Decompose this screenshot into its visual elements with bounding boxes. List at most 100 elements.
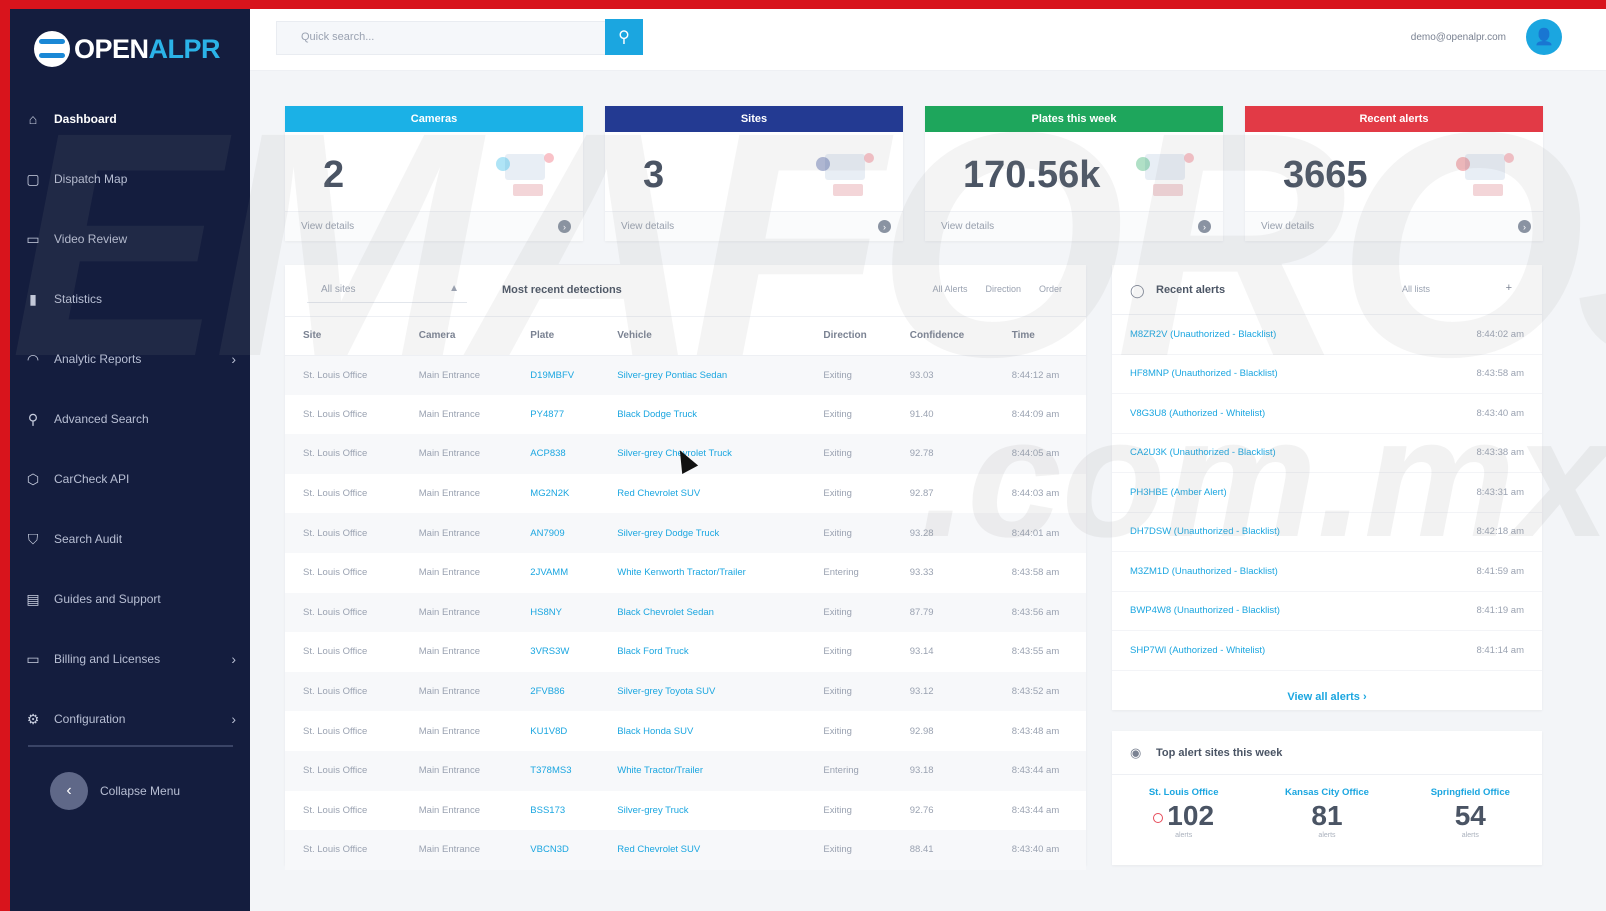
alert-text[interactable]: CA2U3K (Unauthorized - Blacklist)	[1130, 447, 1276, 458]
sidebar-item-video-review[interactable]: ▭ Video Review	[10, 209, 250, 269]
sidebar-item-analytic-reports[interactable]: ◠ Analytic Reports ›	[10, 329, 250, 389]
view-details-link[interactable]: View details ›	[285, 211, 583, 241]
table-cell[interactable]: Black Dodge Truck	[599, 395, 805, 435]
sidebar-item-statistics[interactable]: ▮ Statistics	[10, 269, 250, 329]
search-input[interactable]: Quick search...	[276, 21, 606, 55]
collapse-menu[interactable]: ‹ Collapse Menu	[50, 772, 180, 810]
search-button[interactable]: ⚲	[605, 19, 643, 55]
sidebar-item-configuration[interactable]: ⚙ Configuration ›	[10, 689, 250, 749]
table-cell[interactable]: Silver-grey Dodge Truck	[599, 513, 806, 553]
table-cell[interactable]: KU1V8D	[512, 711, 599, 751]
column-header[interactable]: Confidence	[891, 317, 994, 356]
alert-text[interactable]: HF8MNP (Unauthorized - Blacklist)	[1130, 368, 1278, 379]
sidebar-item-carcheck-api[interactable]: ⬡ CarCheck API	[10, 449, 250, 509]
view-details-link[interactable]: View details ›	[925, 211, 1223, 241]
table-row[interactable]: St. Louis Office Main Entrance PY4877 Black…	[285, 395, 1086, 435]
sidebar-item-dashboard[interactable]: ⌂ Dashboard	[10, 89, 250, 149]
alert-text[interactable]: BWP4W8 (Unauthorized - Blacklist)	[1130, 605, 1280, 616]
chevron-left-icon[interactable]: ‹	[50, 772, 88, 810]
view-details-link[interactable]: View details ›	[1245, 211, 1543, 241]
alert-row[interactable]: HF8MNP (Unauthorized - Blacklist) 8:43:58…	[1112, 355, 1542, 394]
column-header[interactable]: Plate	[512, 317, 600, 356]
table-cell[interactable]: Black Chevrolet Sedan	[599, 592, 806, 633]
site-name[interactable]: St. Louis Office	[1124, 787, 1244, 798]
view-all-alerts-link[interactable]: View all alerts ›	[1112, 671, 1542, 703]
top-site-item[interactable]: Kansas City Office 81 alerts	[1267, 787, 1387, 839]
expand-icon[interactable]: +	[1506, 282, 1512, 294]
table-cell[interactable]: AN7909	[512, 513, 600, 553]
user-email[interactable]: demo@openalpr.com	[1411, 32, 1506, 43]
alert-text[interactable]: M3ZM1D (Unauthorized - Blacklist)	[1130, 566, 1278, 577]
table-cell[interactable]: VBCN3D	[512, 830, 600, 870]
table-cell[interactable]: HS8NY	[512, 592, 600, 633]
table-cell[interactable]: Silver-grey Toyota SUV	[599, 671, 806, 712]
filter-dropdown[interactable]: Direction	[985, 284, 1021, 294]
filter-dropdown[interactable]: Order	[1039, 284, 1062, 294]
alert-text[interactable]: DH7DSW (Unauthorized - Blacklist)	[1130, 526, 1280, 537]
table-cell[interactable]: MG2N2K	[512, 474, 599, 514]
table-cell: 8:43:48 am	[1011, 725, 1060, 737]
alert-text[interactable]: V8G3U8 (Authorized - Whitelist)	[1130, 408, 1265, 419]
sidebar-item-dispatch-map[interactable]: ▢ Dispatch Map	[10, 149, 250, 209]
table-row[interactable]: St. Louis Office Main Entrance VBCN3D Red C…	[285, 830, 1086, 870]
table-row[interactable]: St. Louis Office Main Entrance D19MBFV Silv…	[285, 355, 1086, 395]
site-name[interactable]: Kansas City Office	[1267, 787, 1387, 798]
alert-text[interactable]: SHP7WI (Authorized - Whitelist)	[1130, 645, 1265, 656]
sidebar-item-billing-and-licenses[interactable]: ▭ Billing and Licenses ›	[10, 629, 250, 689]
column-header[interactable]: Camera	[400, 317, 513, 356]
table-row[interactable]: St. Louis Office Main Entrance KU1V8D Black…	[285, 711, 1086, 751]
alert-row[interactable]: DH7DSW (Unauthorized - Blacklist) 8:42:18…	[1112, 513, 1542, 552]
site-name[interactable]: Springfield Office	[1410, 787, 1530, 798]
table-cell[interactable]: Black Honda SUV	[599, 711, 805, 751]
column-header[interactable]: Vehicle	[599, 317, 806, 356]
table-row[interactable]: St. Louis Office Main Entrance 2FVB86 Silve…	[285, 671, 1086, 712]
table-cell[interactable]: Red Chevrolet SUV	[599, 830, 806, 870]
site-select[interactable]: All sites ▲	[307, 279, 467, 303]
alert-row[interactable]: CA2U3K (Unauthorized - Blacklist) 8:43:38…	[1112, 434, 1542, 473]
user-avatar-icon[interactable]: 👤	[1526, 19, 1562, 55]
alert-row[interactable]: M8ZR2V (Unauthorized - Blacklist) 8:44:02…	[1112, 315, 1542, 355]
alert-list-select[interactable]: All lists	[1402, 284, 1430, 294]
table-cell[interactable]: Silver-grey Truck	[599, 791, 805, 831]
table-row[interactable]: St. Louis Office Main Entrance MG2N2K Red C…	[285, 474, 1086, 514]
table-row[interactable]: St. Louis Office Main Entrance T378MS3 Whit…	[285, 750, 1086, 791]
alert-row[interactable]: M3ZM1D (Unauthorized - Blacklist) 8:41:59…	[1112, 552, 1542, 592]
table-cell[interactable]: T378MS3	[512, 750, 600, 791]
alert-row[interactable]: V8G3U8 (Authorized - Whitelist) 8:43:40 a…	[1112, 394, 1542, 434]
table-cell[interactable]: Black Ford Truck	[599, 632, 805, 672]
table-cell[interactable]: Silver-grey Pontiac Sedan	[599, 355, 806, 395]
table-cell[interactable]: 2FVB86	[512, 671, 600, 712]
table-cell[interactable]: 2JVAMM	[512, 553, 599, 593]
alert-row[interactable]: SHP7WI (Authorized - Whitelist) 8:41:14 a…	[1112, 631, 1542, 671]
sidebar-item-advanced-search[interactable]: ⚲ Advanced Search	[10, 389, 250, 449]
table-cell[interactable]: White Tractor/Trailer	[599, 750, 806, 791]
table-cell[interactable]: White Kenworth Tractor/Trailer	[599, 553, 805, 593]
table-row[interactable]: St. Louis Office Main Entrance 2JVAMM White…	[285, 553, 1086, 593]
table-row[interactable]: St. Louis Office Main Entrance HS8NY Black …	[285, 592, 1086, 633]
table-cell[interactable]: D19MBFV	[512, 355, 600, 395]
table-cell[interactable]: ACP838	[512, 434, 600, 474]
sidebar-item-search-audit[interactable]: ⛉ Search Audit	[10, 509, 250, 569]
alert-row[interactable]: BWP4W8 (Unauthorized - Blacklist) 8:41:19…	[1112, 592, 1542, 631]
table-row[interactable]: St. Louis Office Main Entrance AN7909 Silve…	[285, 513, 1086, 553]
alert-time: 8:41:14 am	[1476, 644, 1524, 656]
table-row[interactable]: St. Louis Office Main Entrance BSS173 Silve…	[285, 791, 1086, 831]
top-site-item[interactable]: St. Louis Office 102 alerts	[1124, 787, 1244, 839]
table-row[interactable]: St. Louis Office Main Entrance 3VRS3W Black…	[285, 632, 1086, 672]
openalpr-logo[interactable]: OPENALPR	[34, 31, 221, 67]
column-header[interactable]: Site	[285, 317, 401, 356]
alert-text[interactable]: PH3HBE (Amber Alert)	[1130, 487, 1227, 498]
table-cell[interactable]: 3VRS3W	[512, 632, 599, 672]
column-header[interactable]: Direction	[805, 317, 892, 356]
table-cell[interactable]: Silver-grey Chevrolet Truck	[599, 434, 806, 474]
view-details-link[interactable]: View details ›	[605, 211, 903, 241]
alert-text[interactable]: M8ZR2V (Unauthorized - Blacklist)	[1130, 329, 1276, 340]
filter-dropdown[interactable]: All Alerts	[932, 284, 967, 294]
column-header[interactable]: Time	[993, 317, 1086, 356]
alert-row[interactable]: PH3HBE (Amber Alert) 8:43:31 am	[1112, 473, 1542, 513]
table-cell[interactable]: BSS173	[512, 791, 599, 831]
table-cell[interactable]: PY4877	[512, 395, 599, 435]
top-site-item[interactable]: Springfield Office 54 alerts	[1410, 787, 1530, 839]
table-cell[interactable]: Red Chevrolet SUV	[599, 474, 805, 514]
sidebar-item-guides-and-support[interactable]: ▤ Guides and Support	[10, 569, 250, 629]
